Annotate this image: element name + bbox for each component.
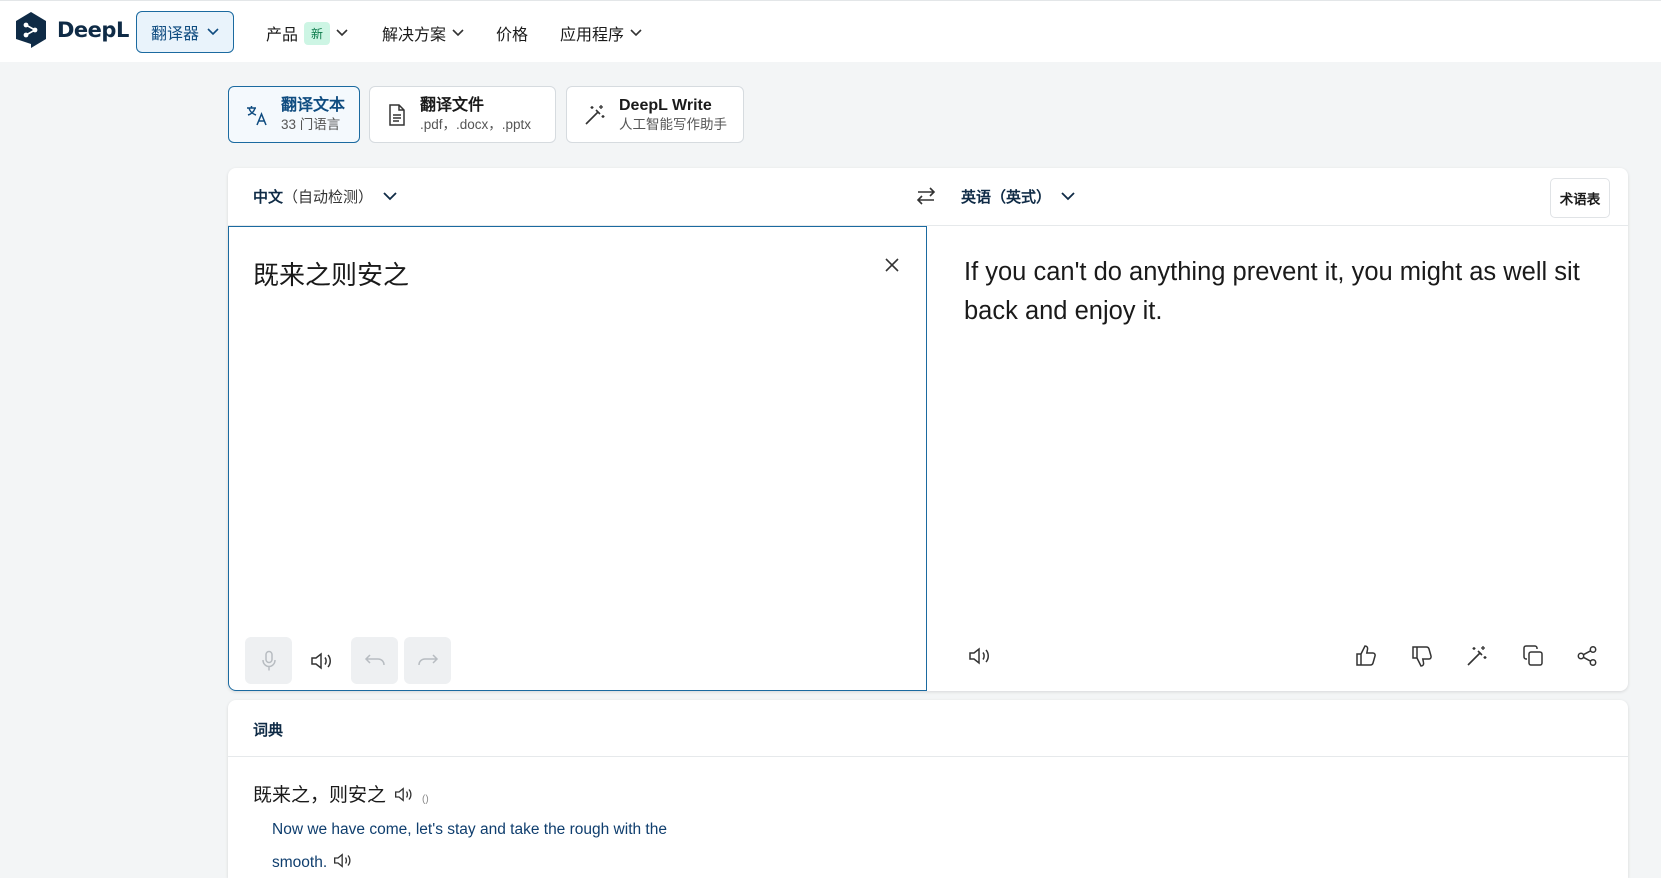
chevron-down-icon xyxy=(383,192,397,201)
listen-source-button[interactable] xyxy=(298,637,345,684)
dictionary-title: 词典 xyxy=(253,722,284,739)
swap-icon xyxy=(916,187,936,205)
tab-translate-text[interactable]: 翻译文本 33 门语言 xyxy=(228,86,360,143)
nav-item-apps[interactable]: 应用程序 xyxy=(560,21,642,45)
document-icon xyxy=(389,103,405,126)
tab-translate-files[interactable]: 翻译文件 .pdf，.docx，.pptx xyxy=(369,86,556,143)
speaker-icon xyxy=(310,651,331,670)
share-translation-button[interactable] xyxy=(1567,636,1607,676)
dictionary-entry: 既来之，则安之 () xyxy=(253,780,429,807)
tab-subtitle: .pdf，.docx，.pptx xyxy=(420,116,532,132)
nav-item-products[interactable]: 产品 新 xyxy=(266,21,348,45)
close-icon xyxy=(885,258,899,272)
auto-detect-note: （自动检测） xyxy=(283,189,374,206)
new-badge: 新 xyxy=(304,21,331,45)
dictionary-headword[interactable]: 既来之，则安之 xyxy=(253,780,386,807)
nav-item-label: 应用程序 xyxy=(560,27,625,44)
dictionary-header: 词典 xyxy=(228,700,1628,757)
copy-translation-button[interactable] xyxy=(1513,636,1553,676)
speaker-icon xyxy=(969,647,989,665)
deepl-logo[interactable]: DeepL xyxy=(14,11,129,49)
nav-item-pricing[interactable]: 价格 xyxy=(496,21,528,45)
tab-subtitle: 33 门语言 xyxy=(281,116,341,132)
microphone-button[interactable] xyxy=(245,637,292,684)
chevron-down-icon xyxy=(207,28,219,36)
chevron-down-icon xyxy=(336,29,348,37)
thumbs-down-icon xyxy=(1412,646,1432,667)
brand-name: DeepL xyxy=(57,18,129,42)
nav-item-label: 产品 xyxy=(266,27,299,44)
glossary-button[interactable]: 术语表 xyxy=(1550,178,1610,218)
thumbs-up-button[interactable] xyxy=(1346,636,1386,676)
target-language-label: 英语（英式） xyxy=(961,189,1052,206)
chevron-down-icon xyxy=(630,29,642,37)
thumbs-up-icon xyxy=(1356,645,1376,666)
dictionary-panel: 词典 既来之，则安之 () Now we have come, let's st… xyxy=(228,700,1628,878)
source-language-label: 中文 xyxy=(253,189,284,206)
listen-headword-button[interactable] xyxy=(394,786,414,803)
redo-icon xyxy=(417,653,438,665)
top-navigation: DeepL 翻译器 产品 新 解决方案 价格 应用程序 xyxy=(0,0,1661,62)
language-bar: 中文（自动检测） 英语（英式） 术语表 xyxy=(228,168,1628,226)
chevron-down-icon xyxy=(452,29,464,37)
swap-languages-button[interactable] xyxy=(915,185,937,207)
tab-title: 翻译文件 xyxy=(420,96,485,114)
magic-wand-icon xyxy=(585,104,605,125)
definition-text[interactable]: Now we have come, let's stay and take th… xyxy=(272,821,667,871)
translator-menu-button[interactable]: 翻译器 xyxy=(136,11,234,53)
source-text-area[interactable]: 既来之则安之 xyxy=(228,226,927,691)
translate-icon xyxy=(247,105,267,125)
translator-card: 中文（自动检测） 英语（英式） 术语表 既来之则安之 If you can't … xyxy=(228,168,1628,691)
tab-deepl-write[interactable]: DeepL Write 人工智能写作助手 xyxy=(566,86,744,143)
deepl-logo-icon xyxy=(16,12,46,48)
improve-translation-button[interactable] xyxy=(1457,636,1497,676)
copy-icon xyxy=(1523,645,1543,666)
listen-translation-button[interactable] xyxy=(960,636,1000,676)
thumbs-down-button[interactable] xyxy=(1402,636,1442,676)
tab-subtitle: 人工智能写作助手 xyxy=(619,116,727,132)
listen-definition-button[interactable] xyxy=(333,852,353,869)
source-text[interactable]: 既来之则安之 xyxy=(253,255,409,292)
nav-item-label: 价格 xyxy=(496,27,529,44)
share-icon xyxy=(1577,646,1597,666)
nav-item-label: 解决方案 xyxy=(382,27,447,44)
microphone-icon xyxy=(261,650,276,670)
redo-button[interactable] xyxy=(404,637,451,684)
translated-text[interactable]: If you can't do anything prevent it, you… xyxy=(964,253,1594,331)
chevron-down-icon xyxy=(1061,192,1075,201)
undo-button[interactable] xyxy=(351,637,398,684)
undo-icon xyxy=(364,653,385,665)
speaker-icon xyxy=(334,853,351,868)
clear-source-button[interactable] xyxy=(880,253,904,277)
magic-wand-icon xyxy=(1467,646,1487,666)
tab-title: 翻译文本 xyxy=(281,96,346,114)
headword-note: () xyxy=(422,794,429,805)
translator-label: 翻译器 xyxy=(150,26,199,43)
target-language-select[interactable]: 英语（英式） xyxy=(961,186,1075,207)
tab-title: DeepL Write xyxy=(619,96,712,114)
dictionary-definition: Now we have come, let's stay and take th… xyxy=(272,813,692,878)
speaker-icon xyxy=(395,787,412,802)
source-language-select[interactable]: 中文（自动检测） xyxy=(253,186,397,207)
nav-item-solutions[interactable]: 解决方案 xyxy=(382,21,464,45)
